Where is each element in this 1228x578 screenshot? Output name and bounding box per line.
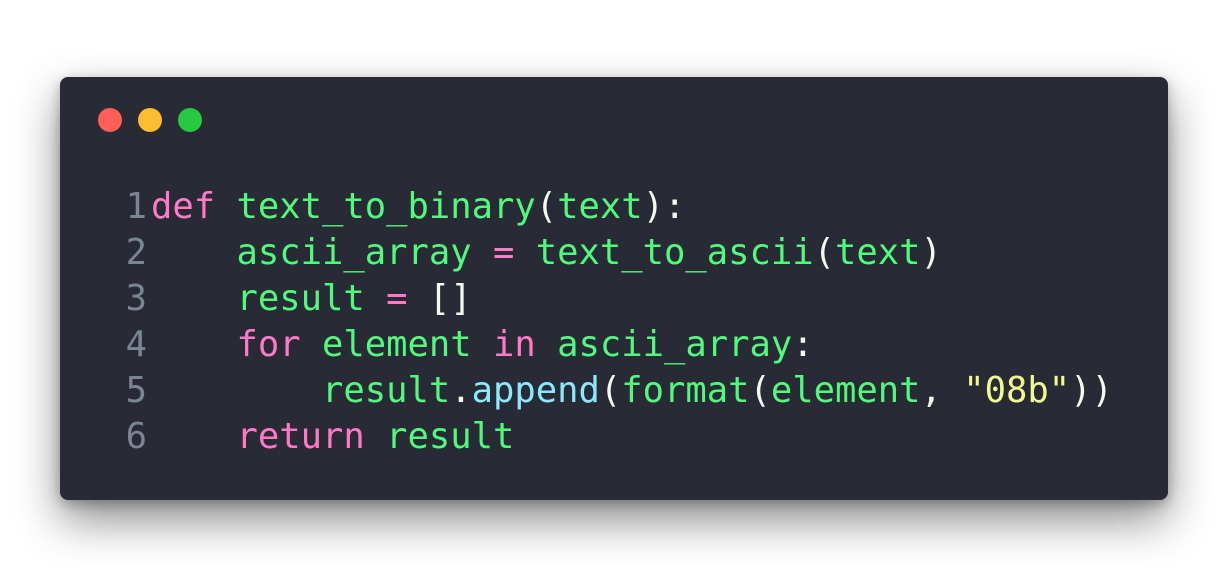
code-token-punctuation	[472, 324, 493, 365]
code-token-punctuation: []	[428, 278, 472, 319]
code-token-punctuation	[536, 324, 557, 365]
code-token-identifier: text_to_ascii	[535, 232, 814, 273]
code-token-identifier: text_to_binary	[236, 186, 536, 227]
line-number: 5	[125, 370, 147, 411]
code-token-keyword: for	[236, 324, 301, 365]
code-window: 1 def text_to_binary(text): 2 ascii_array …	[60, 77, 1168, 500]
close-icon[interactable]	[98, 108, 122, 132]
code-token-punctuation: .	[450, 370, 472, 411]
code-token-punctuation	[151, 324, 237, 365]
code-token-identifier: text	[834, 232, 921, 273]
code-line: 4 for element in ascii_array:	[113, 322, 1113, 368]
code-line: 3 result = []	[113, 276, 1113, 322]
line-number: 4	[125, 324, 147, 365]
code-token-punctuation	[514, 232, 535, 273]
code-token-method: append	[471, 370, 600, 411]
code-token-punctuation	[151, 278, 237, 319]
code-line: 2 ascii_array = text_to_ascii(text)	[113, 230, 1113, 276]
line-number: 3	[125, 278, 147, 319]
code-token-punctuation: (	[599, 370, 622, 411]
code-token-punctuation: ):	[642, 186, 686, 227]
code-token-punctuation: ,	[920, 370, 964, 411]
code-token-punctuation	[151, 416, 237, 457]
code-token-identifier: result	[386, 416, 515, 457]
code-token-punctuation	[301, 324, 322, 365]
code-token-keyword: def	[151, 186, 216, 227]
zoom-icon[interactable]	[178, 108, 202, 132]
window-controls	[98, 108, 202, 132]
code-token-identifier: ascii_array	[557, 324, 793, 365]
code-token-identifier: text	[557, 186, 643, 227]
code-token-punctuation: :	[792, 324, 814, 365]
code-token-punctuation	[472, 232, 493, 273]
code-token-punctuation	[365, 416, 386, 457]
code-token-identifier: result	[321, 370, 451, 411]
code-token-identifier: element	[770, 370, 921, 411]
code-token-identifier: element	[322, 324, 472, 365]
code-token-punctuation	[365, 278, 386, 319]
code-token-keyword: =	[386, 278, 408, 319]
code-token-punctuation	[151, 370, 322, 411]
code-token-punctuation: )	[920, 232, 942, 273]
code-line: 5 result.append(format(element, "08b"))	[113, 368, 1113, 414]
code-token-identifier: ascii_array	[236, 232, 472, 273]
code-block: 1 def text_to_binary(text): 2 ascii_array …	[113, 184, 1113, 460]
line-number: 1	[125, 186, 147, 227]
code-token-punctuation	[151, 232, 237, 273]
code-token-punctuation: (	[749, 370, 771, 411]
code-token-string: "08b"	[963, 370, 1071, 411]
code-token-keyword: =	[492, 232, 515, 273]
code-token-punctuation: ))	[1070, 370, 1113, 411]
minimize-icon[interactable]	[138, 108, 162, 132]
code-token-identifier: result	[236, 278, 365, 319]
code-token-keyword: return	[236, 416, 365, 457]
line-number: 2	[125, 232, 147, 273]
code-line: 1 def text_to_binary(text):	[113, 184, 1113, 230]
line-number: 6	[125, 416, 147, 457]
code-token-punctuation	[408, 278, 429, 319]
code-token-punctuation: (	[535, 186, 558, 227]
code-line: 6 return result	[113, 414, 1113, 460]
code-token-punctuation: (	[813, 232, 835, 273]
code-token-keyword: in	[493, 324, 536, 365]
code-token-identifier: format	[621, 370, 750, 411]
code-token-punctuation	[215, 186, 236, 227]
